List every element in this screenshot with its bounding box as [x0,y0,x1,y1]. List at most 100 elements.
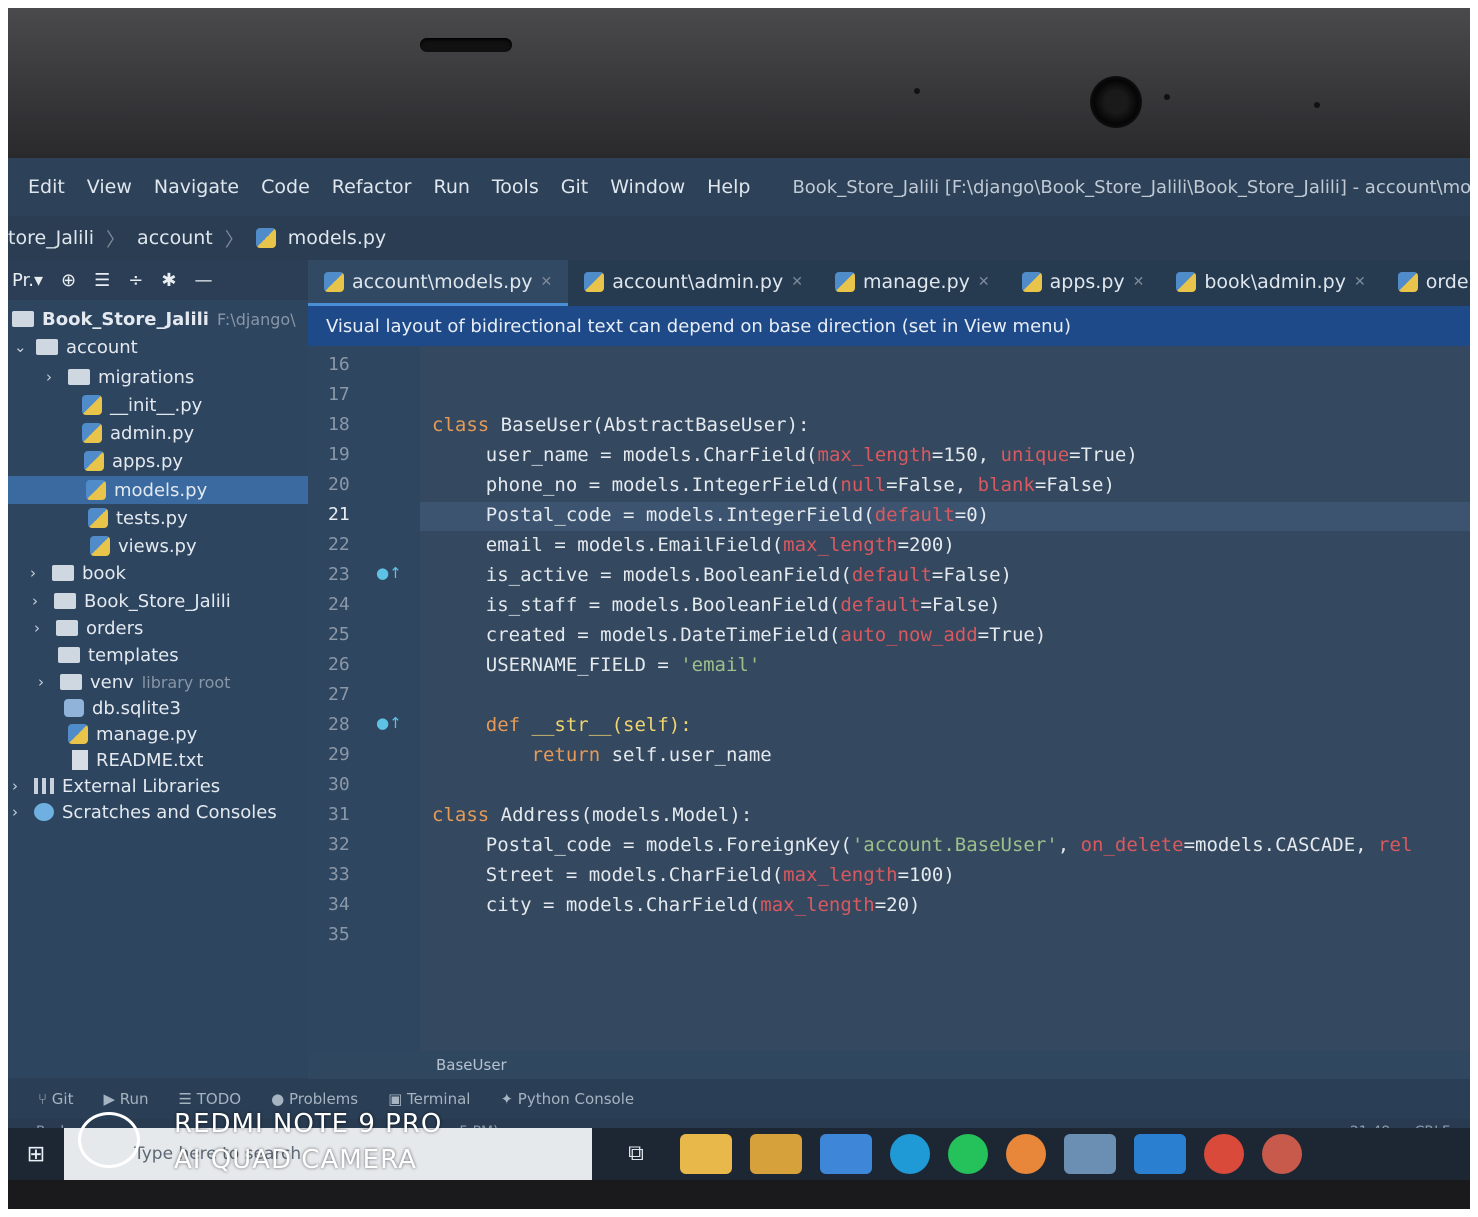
override-marker-icon[interactable]: ●↑ [376,564,402,582]
tree-item-orders[interactable]: › orders [34,615,143,641]
line-number: 27 [328,684,350,705]
code-line-32: Postal_code = models.ForeignKey('account… [440,834,1413,856]
hide-icon[interactable]: — [194,270,212,291]
chevron-right-icon[interactable]: › [12,803,26,821]
tool-git[interactable]: ⑂ Git [38,1090,73,1108]
code-line-25: created = models.DateTimeField(auto_now_… [440,624,1047,646]
menu-git[interactable]: Git [561,176,588,198]
python-file-icon [834,271,855,292]
tree-item-book[interactable]: › book [30,560,126,586]
breadcrumb-file[interactable]: models.py [288,227,386,249]
menu-tools[interactable]: Tools [492,176,539,198]
breadcrumb-class[interactable]: BaseUser [436,1056,507,1074]
tab-apps[interactable]: apps.py ✕ [1006,260,1161,306]
file-explorer-icon[interactable] [680,1134,732,1174]
menu-help[interactable]: Help [707,176,750,198]
camera-logo-icon [78,1112,140,1168]
code-text: =0) [954,504,990,526]
line-number: 31 [328,804,350,825]
tree-item-apps[interactable]: apps.py [84,448,183,474]
tree-item-manage[interactable]: manage.py [68,721,197,747]
tree-item-venv[interactable]: › venv library root [38,669,230,695]
tree-item-migrations[interactable]: › migrations [46,364,194,390]
chrome-icon[interactable] [1204,1134,1244,1174]
task-view-icon[interactable]: ⧉ [610,1134,662,1174]
tab-manage[interactable]: manage.py ✕ [819,260,1006,306]
tab-account-admin[interactable]: account\admin.py ✕ [568,260,819,306]
tree-item-readme[interactable]: README.txt [72,747,203,773]
gear-icon[interactable]: ✱ [161,270,176,291]
chevron-right-icon[interactable]: › [46,368,60,386]
watermark-line: REDMI NOTE 9 PRO [174,1109,443,1139]
edge-icon[interactable] [890,1134,930,1174]
code-editor[interactable]: class BaseUser(AbstractBaseUser): user_n… [420,346,1470,1051]
code-text: self.user_name [600,744,772,766]
tree-item-views[interactable]: views.py [90,533,197,559]
project-view-selector[interactable]: Pr.▾ [12,270,43,291]
menu-navigate[interactable]: Navigate [154,176,239,198]
photos-icon[interactable] [1064,1134,1116,1174]
close-icon[interactable]: ✕ [541,274,553,290]
chevron-right-icon[interactable]: › [32,592,46,610]
tree-item-templates[interactable]: templates [58,642,179,668]
tree-note: library root [141,672,231,692]
python-file-icon [82,395,102,415]
folder-icon [12,311,34,327]
chevron-right-icon[interactable]: › [30,564,44,582]
vscode-icon[interactable] [1134,1134,1186,1174]
breadcrumb-project[interactable]: tore_Jalili [8,227,94,249]
tree-item-scratches[interactable]: › Scratches and Consoles [12,799,277,825]
chevron-right-icon[interactable]: › [12,777,26,795]
collapse-all-icon[interactable]: ☰ [94,270,110,291]
menu-bar: Edit View Navigate Code Refactor Run Too… [8,158,1470,216]
close-icon[interactable]: ✕ [791,274,803,290]
menu-refactor[interactable]: Refactor [332,176,412,198]
code-text: =False) [920,594,1001,616]
firefox-icon[interactable] [1006,1134,1046,1174]
tree-item-account[interactable]: ⌄ account [14,334,138,360]
close-icon[interactable]: ✕ [1133,274,1145,290]
editor-gutter: 16 17 18 19 20 21 22 23 24 25 26 27 28 2… [308,346,462,1051]
bezel-dot [1314,102,1320,108]
windows-start-icon[interactable]: ⊞ [8,1128,64,1180]
chevron-right-icon[interactable]: › [34,619,48,637]
override-marker-icon[interactable]: ●↑ [376,714,402,732]
param: default [874,504,955,526]
laptop-bottom-bezel [8,1180,1470,1209]
code-text: =True) [1069,444,1138,466]
chevron-right-icon: 〉 [224,228,244,251]
webcam [1090,76,1142,128]
whatsapp-icon[interactable] [948,1134,988,1174]
menu-view[interactable]: View [87,176,132,198]
tab-account-models[interactable]: account\models.py ✕ [308,260,569,306]
line-number: 25 [328,624,350,645]
menu-window[interactable]: Window [610,176,685,198]
tree-item-admin[interactable]: admin.py [82,420,194,446]
chevron-down-icon[interactable]: ⌄ [14,338,28,356]
menu-run[interactable]: Run [433,176,469,198]
close-icon[interactable]: ✕ [978,274,990,290]
line-number: 24 [328,594,350,615]
tree-item-db[interactable]: db.sqlite3 [64,695,181,721]
tab-orders[interactable]: orders\ [1382,260,1470,306]
tree-item-book-store[interactable]: › Book_Store_Jalili [32,588,231,614]
menu-code[interactable]: Code [261,176,310,198]
tree-item-tests[interactable]: tests.py [88,505,188,531]
store-icon[interactable] [750,1134,802,1174]
tree-root[interactable]: Book_Store_Jalili F:\django\ [12,306,296,332]
tree-item-init[interactable]: __init__.py [82,392,202,418]
close-icon[interactable]: ✕ [1354,274,1366,290]
tree-item-external[interactable]: › External Libraries [12,773,220,799]
breadcrumb-folder[interactable]: account [137,227,213,249]
locate-icon[interactable]: ⊕ [61,270,76,291]
tool-python-console[interactable]: ✦ Python Console [500,1090,634,1108]
menu-edit[interactable]: Edit [28,176,65,198]
tab-label: book\admin.py [1204,270,1346,293]
app-icon[interactable] [1262,1134,1302,1174]
chevron-right-icon[interactable]: › [38,673,52,691]
mail-icon[interactable] [820,1134,872,1174]
expand-all-icon[interactable]: ÷ [128,270,143,291]
tree-item-models[interactable]: models.py [86,477,207,503]
tab-book-admin[interactable]: book\admin.py ✕ [1160,260,1381,306]
